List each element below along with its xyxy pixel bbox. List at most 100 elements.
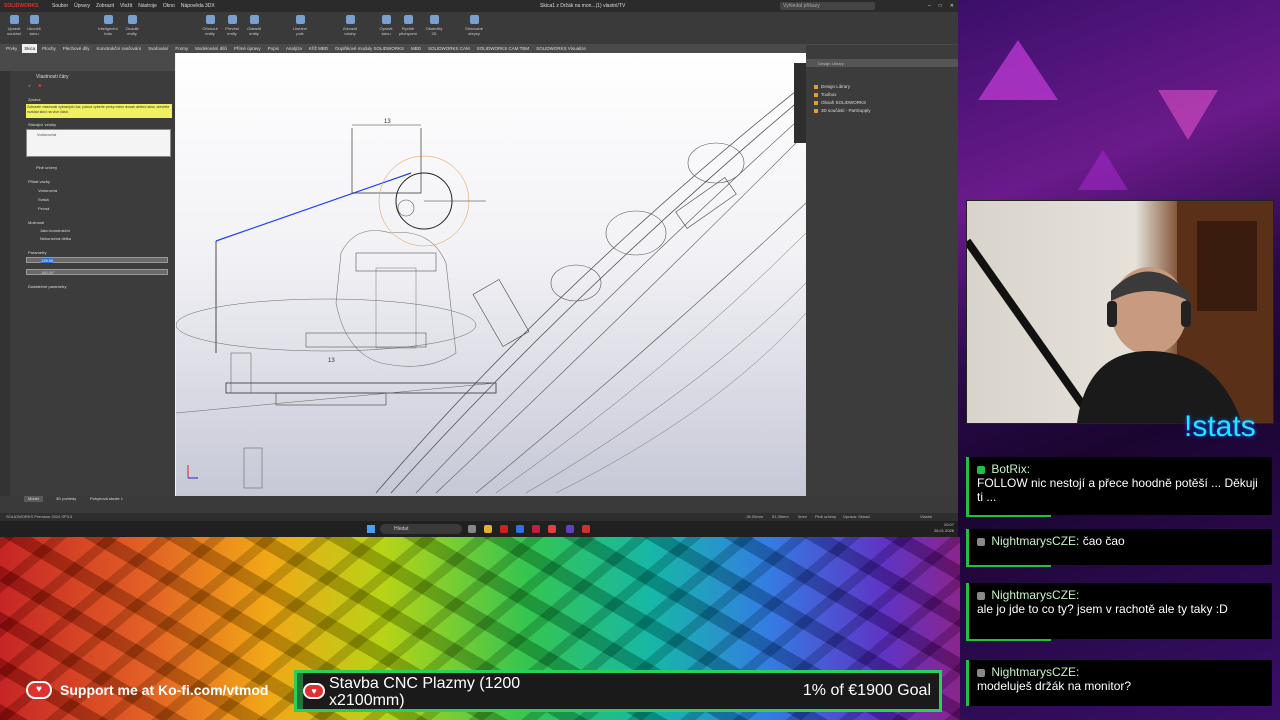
solidworks-taskbar-icon[interactable] bbox=[582, 525, 590, 533]
chat-author[interactable]: NightmarysCZE: bbox=[991, 665, 1079, 679]
relation-vertical[interactable]: Svislá bbox=[38, 197, 49, 202]
chat-divider bbox=[966, 639, 1051, 641]
option-infinite-checkbox[interactable]: Nekonečná délka bbox=[40, 236, 71, 241]
existing-relations-list[interactable]: Vodorovná bbox=[26, 129, 171, 157]
section-params-label[interactable]: Parametry bbox=[28, 250, 46, 255]
menu-item[interactable]: Zobrazit bbox=[96, 0, 114, 12]
ribbon-button[interactable]: Upravit součást bbox=[4, 15, 24, 39]
tab-sheet-metal[interactable]: Plechové díly bbox=[61, 44, 92, 53]
tab-direct-edit[interactable]: Přímé úpravy bbox=[232, 44, 263, 53]
tree-item-toolbox[interactable]: Toolbox bbox=[814, 91, 871, 99]
dimension-label[interactable]: 13 bbox=[384, 119, 391, 125]
ribbon-button[interactable]: Lineární pole bbox=[290, 15, 310, 39]
tab-structure[interactable]: Konstrukční svařování bbox=[95, 44, 144, 53]
tab-visualize[interactable]: SOLIDWORKS Visualize bbox=[534, 44, 588, 53]
tab-features[interactable]: Prvky bbox=[4, 44, 19, 53]
app-icon[interactable] bbox=[548, 525, 556, 533]
relation-horizontal[interactable]: Vodorovná bbox=[38, 188, 57, 193]
tab-annotation[interactable]: Popis bbox=[266, 44, 281, 53]
angle-field[interactable]: 180.00° bbox=[26, 269, 168, 275]
ribbon-button[interactable]: Rychlé přichycení bbox=[398, 15, 418, 39]
tab-mbd-cross[interactable]: Kříž MBD bbox=[307, 44, 330, 53]
section-additional-label[interactable]: Dodatečné parametry bbox=[28, 284, 66, 289]
cad-model-drawing: 13 13 bbox=[176, 82, 806, 494]
ribbon-button[interactable]: Opravit skicu bbox=[376, 15, 396, 39]
stats-command-label: !stats bbox=[1184, 410, 1256, 443]
status-z: 0mm bbox=[798, 514, 807, 519]
ribbon-button[interactable]: Zobrazit vztahy bbox=[340, 15, 360, 39]
document-title: Skica1 z Držák na mon...(1) vlastní/TV bbox=[540, 3, 626, 9]
tree-item-content[interactable]: Obsah SOLIDWORKS bbox=[814, 99, 871, 107]
menu-item[interactable]: Úpravy bbox=[74, 0, 90, 12]
tab-sketch[interactable]: Skica bbox=[22, 44, 38, 53]
close-icon[interactable]: ✕ bbox=[950, 0, 954, 12]
menu-item[interactable]: Vložit bbox=[120, 0, 132, 12]
kofi-banner[interactable]: ♥ Support me at Ko-fi.com/vtmod bbox=[20, 676, 270, 704]
ribbon-button[interactable]: Zrcadlit entity bbox=[122, 15, 142, 39]
app-icon[interactable] bbox=[566, 525, 574, 533]
ribbon-button[interactable]: Stínované obrysy bbox=[464, 15, 484, 39]
tab-3d-views[interactable]: 3D pohledy bbox=[52, 496, 80, 502]
section-existing-label[interactable]: Stávající vztahy bbox=[28, 122, 56, 127]
minimize-icon[interactable]: – bbox=[928, 0, 931, 12]
relation-item[interactable]: Vodorovná bbox=[37, 132, 56, 137]
chat-author[interactable]: NightmarysCZE: bbox=[991, 588, 1079, 602]
cancel-x-icon[interactable]: ✖ bbox=[38, 83, 41, 88]
ribbon-button[interactable]: Převést entity bbox=[222, 15, 242, 39]
menu-item[interactable]: Nástroje bbox=[138, 0, 157, 12]
webcam-scene bbox=[967, 201, 1273, 423]
tab-model[interactable]: Model bbox=[24, 496, 43, 502]
dimension-label[interactable]: 13 bbox=[328, 358, 335, 364]
tab-addins[interactable]: Doplňkové moduly SOLIDWORKS bbox=[333, 44, 406, 53]
ribbon-button[interactable]: Oříznout entity bbox=[200, 15, 220, 39]
menu-item[interactable]: Nápověda 3DX bbox=[181, 0, 215, 12]
windows-taskbar: Hledat 20:07 26.01.2026 bbox=[0, 521, 958, 537]
maximize-icon[interactable]: □ bbox=[939, 0, 942, 12]
app-icon[interactable] bbox=[500, 525, 508, 533]
taskbar-clock[interactable]: 20:07 26.01.2026 bbox=[934, 522, 954, 534]
menu-item[interactable]: Okno bbox=[163, 0, 175, 12]
section-options-label[interactable]: Možnosti bbox=[28, 220, 44, 225]
tab-mbd[interactable]: MBD bbox=[409, 44, 423, 53]
kofi-heart-icon: ♥ bbox=[26, 681, 52, 699]
command-search-input[interactable]: Vyhledat příkazy bbox=[780, 2, 875, 10]
decor-triangle bbox=[1078, 150, 1128, 190]
ribbon-button[interactable]: Odsadit entity bbox=[244, 15, 264, 39]
tab-part-modeling[interactable]: Modelování dílů bbox=[193, 44, 229, 53]
length-field[interactable]: 139.00 bbox=[26, 257, 168, 263]
graphics-area[interactable]: 13 13 bbox=[176, 53, 806, 496]
tab-surfaces[interactable]: Plochy bbox=[40, 44, 58, 53]
option-construction-checkbox[interactable]: Jako konstrukční bbox=[40, 228, 70, 233]
ok-check-icon[interactable]: ✔ bbox=[28, 83, 31, 88]
task-pane-tabs[interactable] bbox=[794, 63, 806, 143]
solidworks-logo: SOLIDWORKS bbox=[4, 3, 39, 9]
ribbon-button[interactable]: Inteligentní kóta bbox=[98, 15, 118, 39]
task-view-icon[interactable] bbox=[468, 525, 476, 533]
tab-molds[interactable]: Formy bbox=[173, 44, 190, 53]
tab-cam-tbm[interactable]: SOLIDWORKS CAM TBM bbox=[475, 44, 531, 53]
chat-message: NightmarysCZE: ale jo jde to co ty? jsem… bbox=[966, 583, 1272, 639]
chat-author[interactable]: BotRix: bbox=[991, 462, 1030, 476]
relation-fix[interactable]: Pevná bbox=[38, 206, 49, 211]
tab-motion-study[interactable]: Pohybová studie 1 bbox=[86, 496, 127, 502]
windows-start-icon[interactable] bbox=[367, 525, 375, 533]
taskbar-search[interactable]: Hledat bbox=[380, 524, 462, 534]
message-box: Zobrazte vlastnosti vybraných čar, pokud… bbox=[26, 104, 172, 118]
menu-item[interactable]: Soubor bbox=[52, 0, 68, 12]
chat-author[interactable]: NightmarysCZE: bbox=[991, 534, 1079, 548]
app-icon[interactable] bbox=[532, 525, 540, 533]
tab-analysis[interactable]: Analýza bbox=[284, 44, 304, 53]
status-units[interactable]: Vlastní bbox=[920, 513, 932, 521]
tab-cam[interactable]: SOLIDWORKS CAM bbox=[426, 44, 472, 53]
tree-item-design-library[interactable]: Design Library bbox=[814, 83, 871, 91]
app-icon[interactable] bbox=[516, 525, 524, 533]
ribbon-button[interactable]: Ukončit skicu bbox=[24, 15, 44, 39]
tab-weldments[interactable]: Svařování bbox=[146, 44, 170, 53]
design-library-search[interactable]: Design Library bbox=[818, 61, 844, 66]
ribbon-button[interactable]: Okamžitý 2D bbox=[424, 15, 444, 39]
bot-badge-icon bbox=[977, 465, 985, 474]
kofi-heart-icon: ♥ bbox=[303, 683, 325, 699]
tree-item-partsupply[interactable]: 3D součásti - PartSupply bbox=[814, 107, 871, 115]
section-add-relations-label[interactable]: Přidat vazby bbox=[28, 179, 50, 184]
file-explorer-icon[interactable] bbox=[484, 525, 492, 533]
